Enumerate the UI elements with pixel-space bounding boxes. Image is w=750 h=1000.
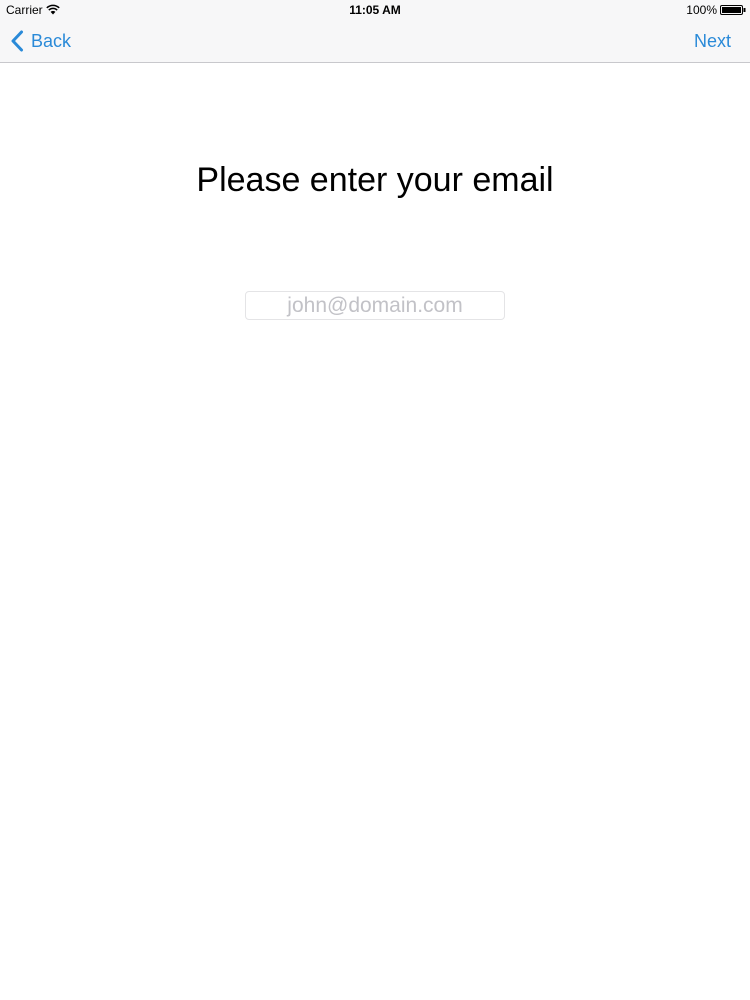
back-button-label: Back xyxy=(31,31,72,51)
chevron-left-icon xyxy=(11,30,23,52)
back-button[interactable]: Back xyxy=(10,28,71,54)
page-title: Please enter your email xyxy=(196,161,554,199)
status-time: 11:05 AM xyxy=(349,3,401,17)
email-input[interactable] xyxy=(245,291,505,320)
next-button[interactable]: Next xyxy=(694,30,731,52)
navigation-bar: Carrier 11:05 AM 100% Back Next xyxy=(0,0,750,63)
battery-percentage: 100% xyxy=(686,3,717,17)
battery-icon xyxy=(720,5,746,15)
